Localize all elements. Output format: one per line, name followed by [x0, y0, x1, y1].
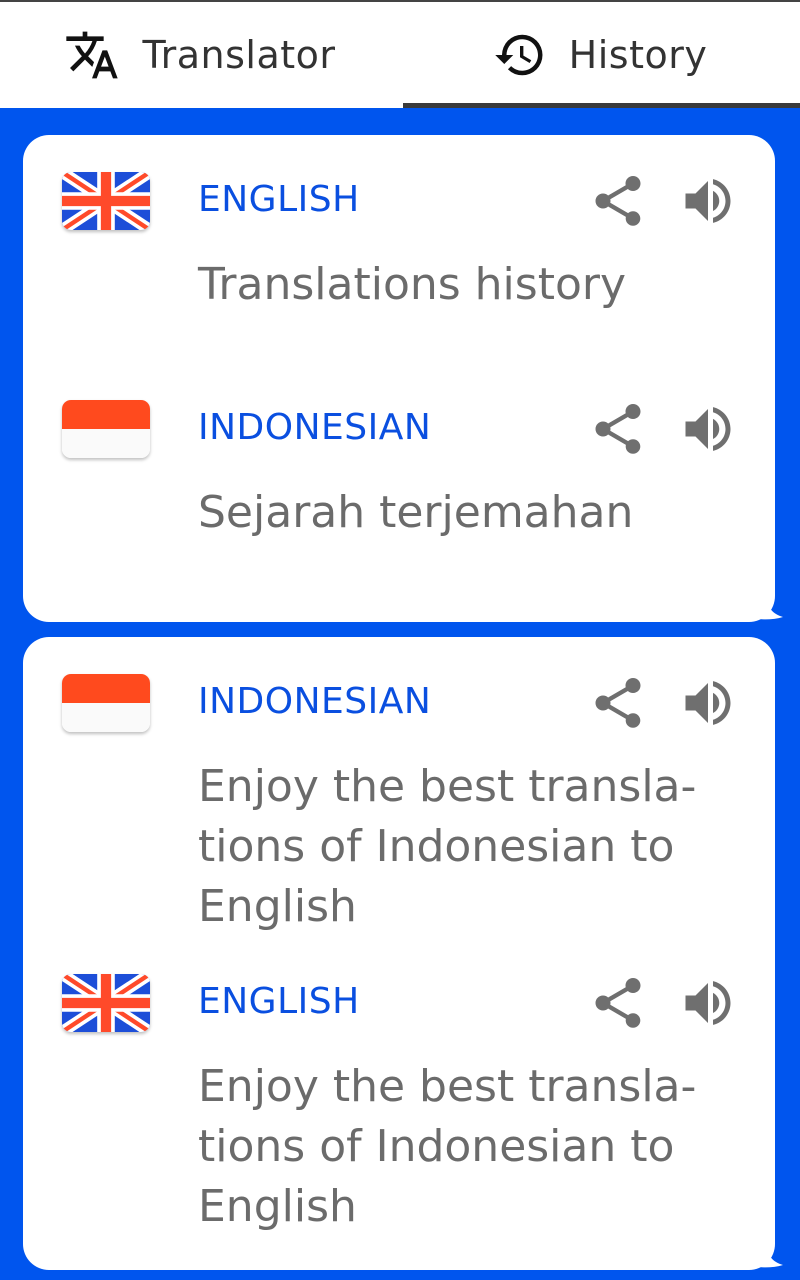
uk-flag [62, 974, 150, 1032]
tab-translator-label: Translator [142, 33, 336, 77]
tab-bar: Translator History [0, 2, 800, 108]
speaker-icon [685, 179, 731, 223]
share-icon [595, 978, 641, 1028]
share-icon [595, 678, 641, 728]
speak-button[interactable] [678, 399, 738, 459]
speaker-icon [685, 407, 731, 451]
tab-translator[interactable]: Translator [0, 2, 400, 108]
speaker-icon [685, 981, 731, 1025]
speak-button[interactable] [678, 673, 738, 733]
translate-icon [64, 27, 120, 83]
history-card[interactable]: INDONESIAN Enjoy the best transla-​tions… [23, 637, 783, 1270]
language-label: INDONESIAN [198, 407, 432, 448]
share-button[interactable] [588, 973, 648, 1033]
history-icon [493, 28, 547, 82]
translation-text: Enjoy the best transla-​tions of Indones… [198, 761, 697, 932]
share-button[interactable] [588, 399, 648, 459]
tab-history[interactable]: History [400, 2, 800, 108]
language-label: ENGLISH [198, 179, 360, 220]
speak-button[interactable] [678, 973, 738, 1033]
translation-text: Sejarah terjemahan [198, 487, 634, 538]
indonesia-flag [62, 674, 150, 732]
language-label: ENGLISH [198, 981, 360, 1022]
history-card[interactable]: ENGLISH Translations history INDONESIAN … [23, 135, 783, 622]
bubble-tail [753, 1244, 783, 1268]
share-button[interactable] [588, 171, 648, 231]
speaker-icon [685, 681, 731, 725]
tab-history-label: History [568, 33, 708, 77]
bubble-tail [753, 596, 783, 620]
indonesia-flag [62, 400, 150, 458]
translation-text: Translations history [198, 259, 626, 310]
speak-button[interactable] [678, 171, 738, 231]
share-icon [595, 176, 641, 226]
tab-selected-indicator [403, 103, 800, 108]
share-icon [595, 404, 641, 454]
share-button[interactable] [588, 673, 648, 733]
uk-flag [62, 172, 150, 230]
translation-text: Enjoy the best transla-​tions of Indones… [198, 1061, 697, 1232]
language-label: INDONESIAN [198, 681, 432, 722]
